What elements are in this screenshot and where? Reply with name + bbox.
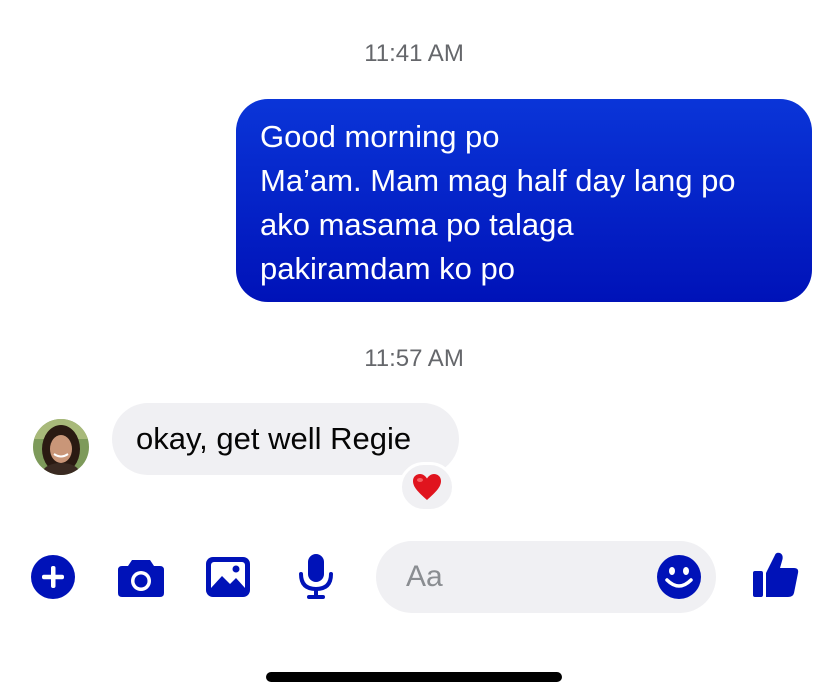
home-indicator [266,672,562,682]
emoji-icon[interactable] [656,554,702,600]
add-icon[interactable] [31,555,75,599]
microphone-icon[interactable] [297,553,335,601]
avatar[interactable] [33,419,89,475]
message-reaction[interactable] [399,462,455,512]
heart-emoji-icon [413,474,441,500]
message-input[interactable] [406,541,646,613]
message-line: pakiramdam ko po [260,251,516,286]
timestamp: 11:41 AM [364,40,464,67]
message-text: okay, get well Regie [136,421,412,456]
message-input-container[interactable] [376,541,716,613]
gallery-icon[interactable] [205,556,251,598]
message-line: Ma’am. Mam mag half day lang po [260,163,736,198]
thumbs-up-icon[interactable] [752,551,800,599]
camera-icon[interactable] [116,557,166,599]
timestamp: 11:57 AM [364,345,464,372]
outgoing-message-bubble[interactable]: Good morning po Ma’am. Mam mag half day … [236,99,812,302]
message-line: Good morning po [260,119,500,154]
incoming-message-bubble[interactable]: okay, get well Regie [112,403,459,475]
message-line: ako masama po talaga [260,207,574,242]
